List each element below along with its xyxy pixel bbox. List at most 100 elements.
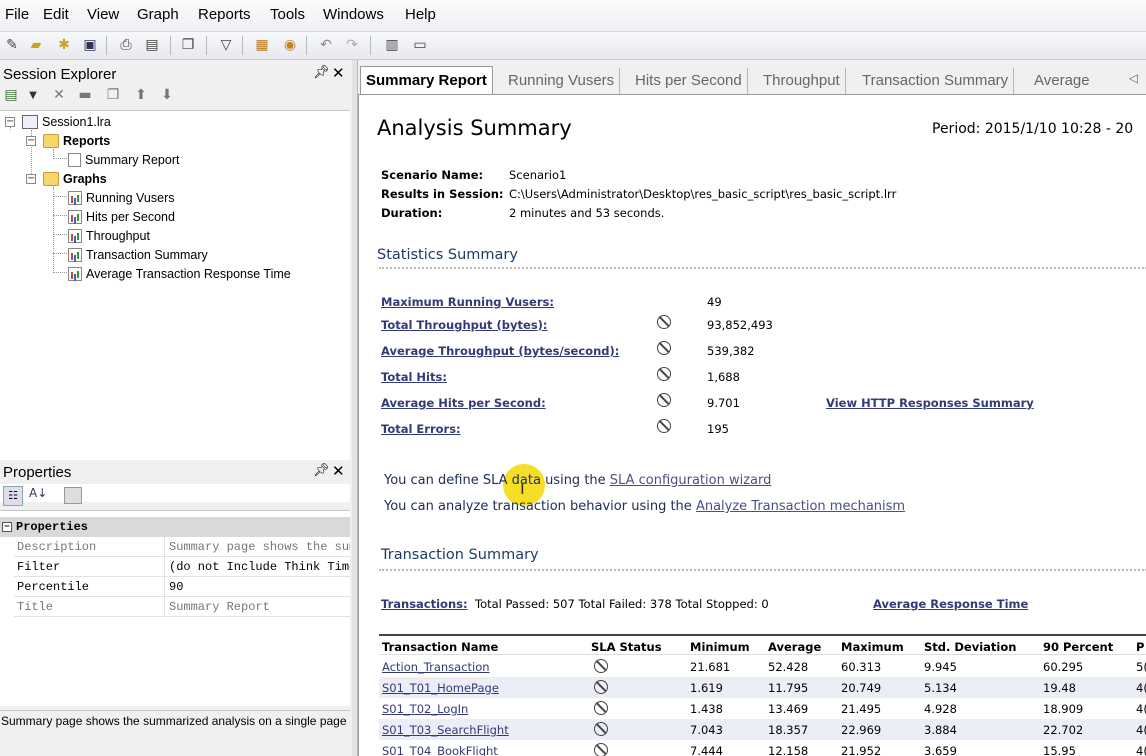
- sla-configuration-wizard-link[interactable]: SLA configuration wizard: [610, 473, 772, 488]
- property-pages-icon[interactable]: [64, 487, 82, 504]
- tree-reports-folder[interactable]: Reports: [43, 132, 110, 150]
- rename-icon[interactable]: ▬: [76, 87, 94, 105]
- properties-panel: ☷ A↓ − Properties Description Summary pa…: [0, 484, 352, 756]
- transactions-link[interactable]: Transactions:: [381, 597, 468, 611]
- undo-icon[interactable]: ↶: [316, 35, 336, 55]
- sla-not-defined-icon: [594, 722, 608, 736]
- properties-icon[interactable]: ▥: [382, 35, 402, 55]
- filter-icon[interactable]: ▽: [216, 35, 236, 55]
- sla-not-defined-icon: [594, 743, 608, 756]
- view-http-responses-link[interactable]: View HTTP Responses Summary: [826, 396, 1034, 410]
- cell-minimum: 21.681: [690, 660, 731, 674]
- tab-average[interactable]: Average: [1029, 68, 1095, 94]
- text-cursor-icon: I: [520, 479, 525, 498]
- tab-running-vusers[interactable]: Running Vusers: [503, 68, 621, 94]
- property-value[interactable]: Summary Report: [166, 597, 350, 617]
- redo-icon[interactable]: ↷: [342, 35, 362, 55]
- move-up-icon[interactable]: ⬆: [132, 87, 150, 105]
- property-row-filter[interactable]: Filter (do not Include Think Time: [14, 557, 350, 577]
- cell-minimum: 1.619: [690, 681, 723, 695]
- property-row-description[interactable]: Description Summary page shows the summ: [14, 537, 350, 557]
- menu-file[interactable]: File: [5, 6, 29, 23]
- menu-tools[interactable]: Tools: [270, 6, 305, 23]
- tree-item-transaction-summary[interactable]: Transaction Summary: [68, 246, 208, 264]
- stat-max-running-vusers-link[interactable]: Maximum Running Vusers:: [381, 295, 554, 309]
- transaction-name-link[interactable]: S01_T03_SearchFlight: [382, 723, 509, 737]
- table-row: S01_T03_SearchFlight 7.043 18.357 22.969…: [379, 719, 1146, 740]
- layout-icon[interactable]: ▭: [410, 35, 430, 55]
- stat-average-throughput-link[interactable]: Average Throughput (bytes/second):: [381, 344, 619, 358]
- session-explorer-title: Session Explorer: [3, 66, 117, 83]
- cell-std-deviation: 9.945: [924, 660, 957, 674]
- property-row-percentile[interactable]: Percentile 90: [14, 577, 350, 597]
- menu-reports[interactable]: Reports: [198, 6, 251, 23]
- table-row: S01_T01_HomePage 1.619 11.795 20.749 5.1…: [379, 677, 1146, 698]
- transactions-totals: Total Passed: 507 Total Failed: 378 Tota…: [475, 597, 769, 611]
- sla-not-defined-icon: [657, 419, 671, 433]
- close-icon[interactable]: ✕: [332, 64, 345, 82]
- property-value[interactable]: Summary page shows the summ: [166, 537, 350, 557]
- menu-help[interactable]: Help: [405, 6, 436, 23]
- delete-icon[interactable]: ✕: [50, 87, 68, 105]
- close-icon[interactable]: ✕: [332, 462, 345, 480]
- dropdown-arrow-icon[interactable]: ▼: [24, 90, 42, 108]
- tab-hits-per-second[interactable]: Hits per Second: [630, 68, 748, 94]
- print-icon[interactable]: ⎙: [116, 35, 136, 55]
- property-value[interactable]: (do not Include Think Time: [166, 557, 350, 577]
- table-header: Transaction Name SLA Status Minimum Aver…: [379, 634, 1146, 655]
- open-icon[interactable]: ▰: [26, 35, 46, 55]
- col-minimum: Minimum: [690, 640, 750, 654]
- cell-maximum: 60.313: [841, 660, 882, 674]
- menu-windows[interactable]: Windows: [323, 6, 384, 23]
- copy-icon[interactable]: ❐: [178, 35, 198, 55]
- analyze-transaction-link[interactable]: Analyze Transaction mechanism: [696, 499, 905, 514]
- menu-edit[interactable]: Edit: [43, 6, 69, 23]
- cell-maximum: 21.495: [841, 702, 882, 716]
- tab-throughput[interactable]: Throughput: [758, 68, 846, 94]
- tree-item-hits-per-second[interactable]: Hits per Second: [68, 208, 175, 226]
- stat-total-throughput-link[interactable]: Total Throughput (bytes):: [381, 318, 548, 332]
- property-value[interactable]: 90: [166, 577, 350, 597]
- folder-icon: [43, 134, 59, 148]
- tree-item-running-vusers[interactable]: Running Vusers: [68, 189, 174, 207]
- pin-icon[interactable]: 📌︎: [313, 65, 330, 80]
- collapse-graphs-toggle[interactable]: −: [26, 174, 36, 184]
- tree-session[interactable]: Session1.lra: [22, 113, 111, 131]
- menu-view[interactable]: View: [87, 6, 119, 23]
- print-preview-icon[interactable]: ▤: [142, 35, 162, 55]
- alphabetical-sort-icon[interactable]: A↓: [29, 486, 47, 500]
- pin-icon[interactable]: 📌︎: [313, 463, 330, 478]
- analyze-hint: You can analyze transaction behavior usi…: [384, 499, 905, 514]
- stat-average-hits-link[interactable]: Average Hits per Second:: [381, 396, 546, 410]
- tree-item-average-transaction-response-time[interactable]: Average Transaction Response Time: [68, 265, 291, 283]
- collapse-reports-toggle[interactable]: −: [26, 136, 36, 146]
- new-session-icon[interactable]: ✎: [2, 35, 22, 55]
- collapse-session-toggle[interactable]: −: [5, 117, 15, 127]
- tree-graphs-folder[interactable]: Graphs: [43, 170, 107, 188]
- stat-total-hits-link[interactable]: Total Hits:: [381, 370, 447, 384]
- tab-scroll-left-icon[interactable]: ◁: [1129, 71, 1138, 85]
- tab-transaction-summary[interactable]: Transaction Summary: [857, 68, 1015, 94]
- tree-item-throughput[interactable]: Throughput: [68, 227, 150, 245]
- transaction-name-link[interactable]: S01_T04_BookFlight: [382, 744, 498, 756]
- html-report-icon[interactable]: ◉: [280, 35, 300, 55]
- add-graph-icon[interactable]: ▤: [2, 87, 20, 105]
- transaction-name-link[interactable]: S01_T01_HomePage: [382, 681, 499, 695]
- property-row-title[interactable]: Title Summary Report: [14, 597, 350, 617]
- new-icon[interactable]: ✱: [54, 35, 74, 55]
- categorized-icon[interactable]: ☷: [3, 486, 23, 506]
- tree-item-summary-report[interactable]: Summary Report: [68, 151, 179, 169]
- cell-maximum: 20.749: [841, 681, 882, 695]
- property-category[interactable]: − Properties: [0, 517, 350, 537]
- collapse-icon[interactable]: −: [2, 522, 12, 532]
- stat-total-errors-link[interactable]: Total Errors:: [381, 422, 461, 436]
- duplicate-icon[interactable]: ❐: [104, 87, 122, 105]
- report-icon[interactable]: ▦: [252, 35, 272, 55]
- transaction-name-link[interactable]: S01_T02_LogIn: [382, 702, 468, 716]
- average-response-time-link[interactable]: Average Response Time: [873, 597, 1028, 611]
- tab-summary-report[interactable]: Summary Report: [360, 66, 493, 94]
- move-down-icon[interactable]: ⬇: [158, 87, 176, 105]
- save-icon[interactable]: ▣: [80, 35, 100, 55]
- transaction-name-link[interactable]: Action_Transaction: [382, 660, 490, 674]
- menu-graph[interactable]: Graph: [137, 6, 179, 23]
